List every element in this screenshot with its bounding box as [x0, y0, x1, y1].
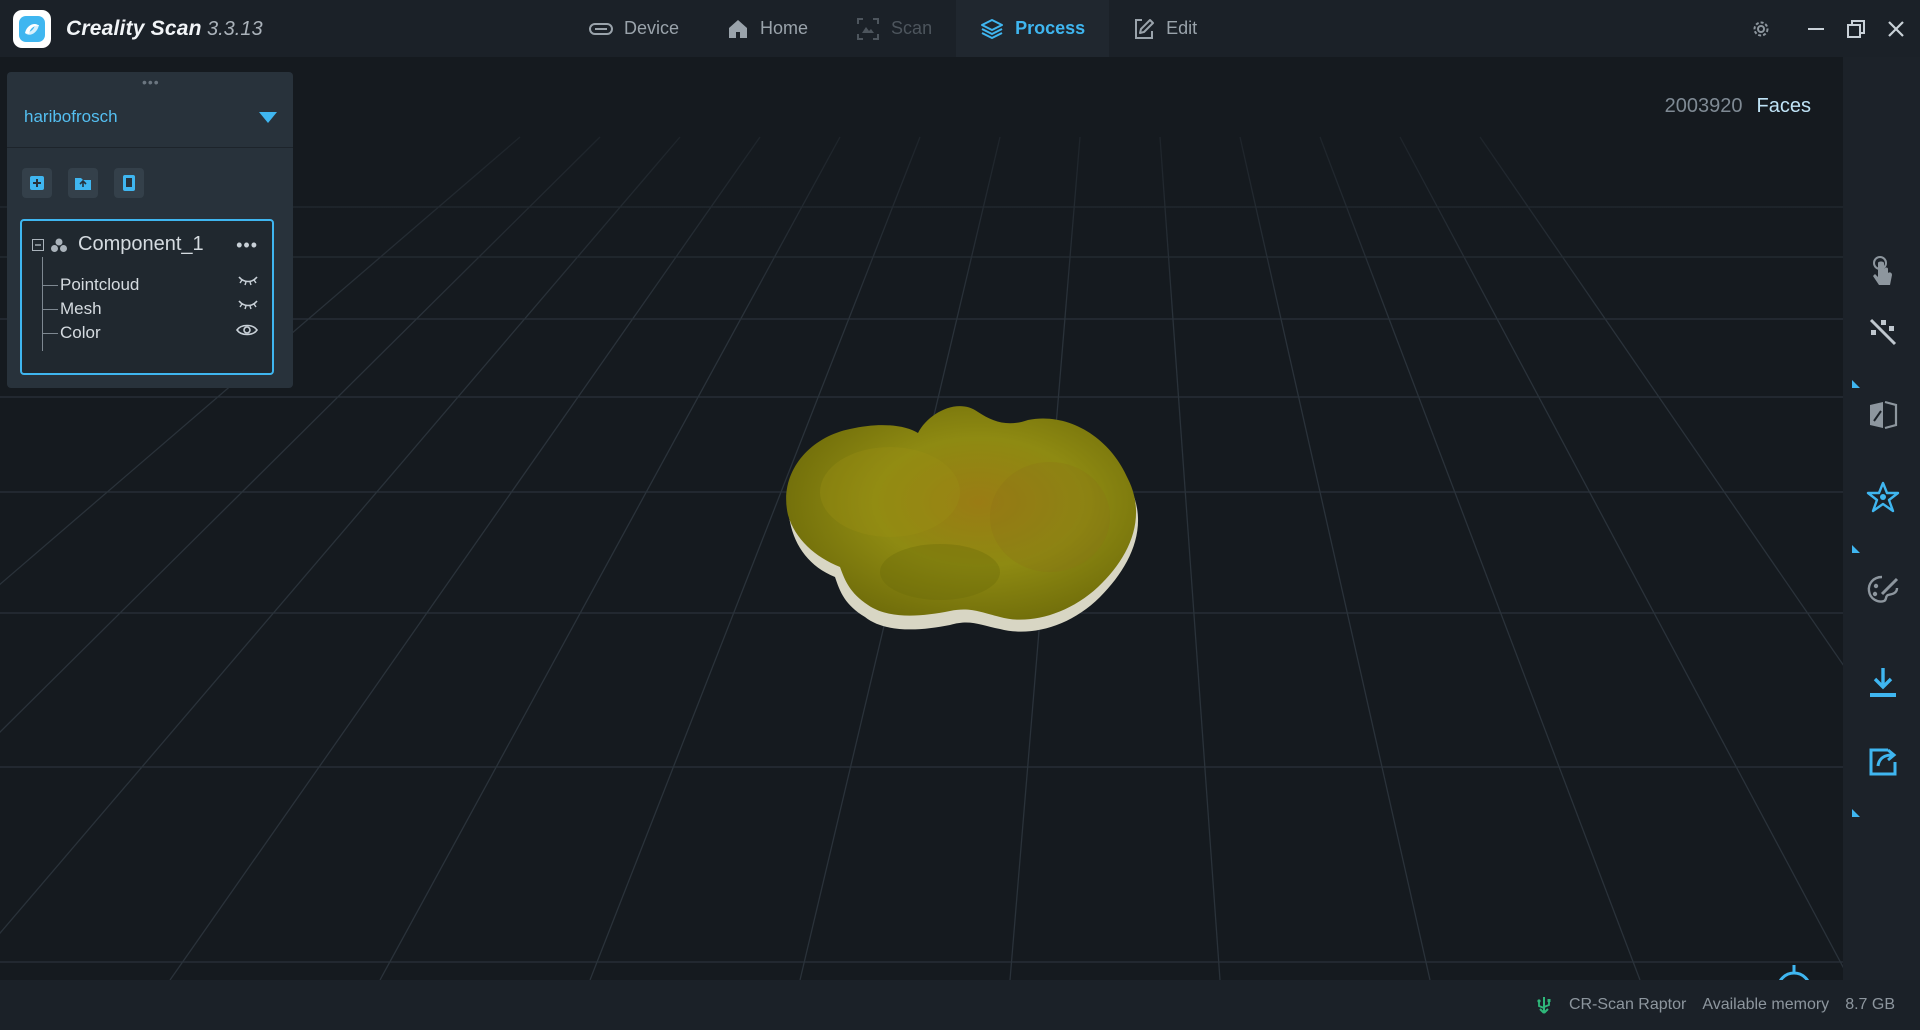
tab-scan-label: Scan: [891, 18, 933, 38]
close-icon: [1888, 20, 1904, 37]
mesh-split-button[interactable]: [1863, 395, 1903, 435]
texture-tool-button[interactable]: [1863, 570, 1903, 610]
point-tool-icon: [1869, 318, 1897, 346]
title-bar: Creality Scan 3.3.13 Device Home Scan Pr…: [0, 0, 1920, 58]
eye-closed-icon[interactable]: [238, 273, 258, 287]
face-count-value: 2003920: [1664, 95, 1743, 117]
download-button[interactable]: [1863, 662, 1903, 702]
minimize-button[interactable]: [1796, 0, 1836, 57]
settings-button[interactable]: [1745, 14, 1777, 44]
window-controls: [1796, 0, 1920, 57]
touch-icon: [1873, 256, 1892, 285]
touch-tool-button[interactable]: [1863, 252, 1903, 292]
network-tool-button[interactable]: [1863, 477, 1903, 517]
tab-edit-label: Edit: [1166, 18, 1198, 38]
right-toolbar: [1843, 57, 1920, 980]
crosshair-icon: [1778, 965, 1810, 980]
texture-palette-icon: [1867, 575, 1899, 603]
scanned-model[interactable]: [770, 397, 1180, 677]
download-icon: [1870, 668, 1896, 697]
tab-home[interactable]: Home: [703, 0, 832, 57]
tree-item-label: Mesh: [60, 299, 102, 318]
face-count: 2003920 Faces: [1665, 95, 1811, 118]
eye-closed-icon[interactable]: [238, 297, 258, 311]
main-nav: Device Home Scan Process Edit: [565, 0, 1221, 57]
tree-item-pointcloud[interactable]: Pointcloud: [42, 275, 139, 295]
component-name: Component_1: [78, 233, 204, 255]
tab-scan[interactable]: Scan: [832, 0, 956, 57]
point-tool-button[interactable]: [1863, 312, 1903, 352]
project-name: haribofrosch: [24, 107, 118, 126]
restore-icon: [1847, 19, 1865, 38]
collapse-icon[interactable]: [32, 238, 44, 251]
memory-label: Available memory: [1702, 996, 1830, 1013]
status-info: CR-Scan Raptor Available memory 8.7 GB: [1535, 996, 1895, 1014]
app-logo: [13, 10, 51, 48]
device-name: CR-Scan Raptor: [1568, 996, 1687, 1013]
restore-button[interactable]: [1836, 0, 1876, 57]
tree-root-item[interactable]: Component_1: [32, 233, 204, 256]
tab-process[interactable]: Process: [956, 0, 1110, 57]
home-icon: [729, 19, 748, 38]
tree-item-color[interactable]: Color: [42, 323, 101, 343]
device-icon: [589, 22, 613, 35]
memory-value: 8.7 GB: [1845, 996, 1895, 1013]
app-title: Creality Scan: [66, 17, 202, 40]
status-bar: CR-Scan Raptor Available memory 8.7 GB: [0, 980, 1920, 1030]
scan-icon: [857, 17, 880, 40]
export-share-icon: [1869, 748, 1897, 776]
component-icon: [51, 238, 67, 252]
export-share-button[interactable]: [1863, 742, 1903, 782]
submenu-indicator: [1852, 809, 1860, 817]
face-count-label: Faces: [1756, 95, 1811, 117]
reset-view-button[interactable]: [1768, 963, 1820, 980]
layers-icon: [981, 18, 1004, 39]
add-project-button[interactable]: [22, 168, 52, 198]
chevron-down-icon: [259, 112, 277, 123]
tab-edit[interactable]: Edit: [1109, 0, 1221, 57]
mesh-split-icon: [1870, 400, 1898, 430]
add-project-icon: [30, 176, 44, 190]
tab-device[interactable]: Device: [565, 0, 703, 57]
submenu-indicator: [1852, 545, 1860, 553]
project-dropdown[interactable]: haribofrosch: [7, 86, 293, 148]
usb-connected-icon: [1537, 997, 1551, 1014]
edit-icon: [1135, 18, 1155, 39]
settings-icon: [1753, 21, 1769, 37]
open-folder-button[interactable]: [68, 168, 98, 198]
tab-home-label: Home: [760, 18, 809, 38]
minimize-icon: [1808, 27, 1824, 30]
open-folder-icon: [75, 178, 91, 190]
tab-device-label: Device: [624, 18, 680, 38]
tree-item-label: Color: [60, 323, 101, 342]
network-icon: [1866, 481, 1900, 513]
close-button[interactable]: [1876, 0, 1916, 57]
project-panel: ••• haribofrosch Component_1 ••• Pointcl…: [7, 72, 293, 388]
tree-item-mesh[interactable]: Mesh: [42, 299, 102, 319]
tab-process-label: Process: [1015, 18, 1086, 38]
tree-item-label: Pointcloud: [60, 275, 140, 294]
component-tree: Component_1 ••• Pointcloud Mesh Color: [20, 219, 274, 375]
project-info-button[interactable]: [114, 168, 144, 198]
app-version: 3.3.13: [207, 18, 263, 40]
eye-open-icon[interactable]: [236, 322, 258, 338]
component-more-button[interactable]: •••: [236, 235, 258, 256]
app-logo-icon: [19, 16, 45, 42]
project-toolbar: [22, 168, 144, 198]
project-info-icon: [123, 175, 135, 191]
submenu-indicator: [1852, 380, 1860, 388]
